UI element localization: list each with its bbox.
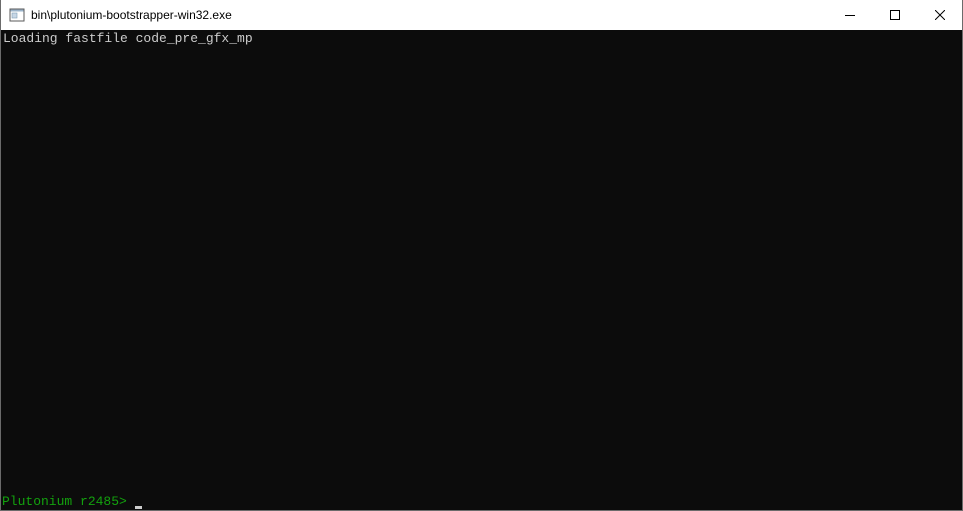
maximize-button[interactable]	[872, 0, 918, 30]
title-bar[interactable]: bin\plutonium-bootstrapper-win32.exe	[1, 0, 962, 30]
command-prompt[interactable]: Plutonium r2485>	[2, 494, 142, 510]
window-title: bin\plutonium-bootstrapper-win32.exe	[31, 8, 232, 22]
maximize-icon	[890, 10, 900, 20]
prompt-text: Plutonium r2485>	[2, 494, 127, 509]
text-cursor	[134, 506, 142, 509]
console-output[interactable]: Loading fastfile code_pre_gfx_mp Plutoni…	[1, 30, 962, 510]
close-button[interactable]	[917, 0, 962, 30]
minimize-icon	[845, 15, 855, 16]
close-icon	[935, 10, 945, 20]
console-line: Loading fastfile code_pre_gfx_mp	[3, 31, 253, 46]
minimize-button[interactable]	[827, 0, 873, 30]
console-app-icon[interactable]	[9, 7, 25, 23]
console-window: bin\plutonium-bootstrapper-win32.exe Loa…	[0, 0, 963, 511]
